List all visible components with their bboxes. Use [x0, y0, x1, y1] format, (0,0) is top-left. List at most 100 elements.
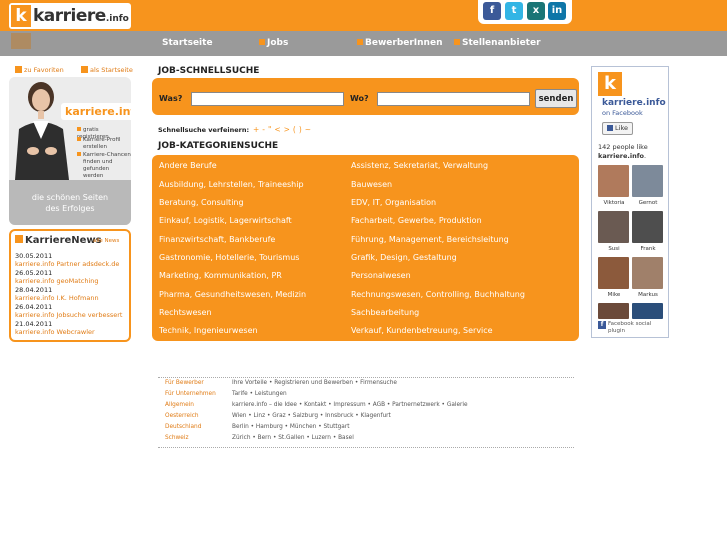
category-link[interactable]: Technik, Ingenieurwesen — [159, 326, 258, 335]
footer-label[interactable]: Für Bewerber — [165, 380, 204, 386]
categories-panel: Andere Berufe Ausbildung, Lehrstellen, T… — [152, 155, 579, 341]
category-link[interactable]: Sachbearbeitung — [351, 308, 419, 317]
what-input[interactable] — [191, 92, 344, 106]
fan-name[interactable]: Markus — [628, 292, 668, 298]
footer-divider — [158, 377, 574, 378]
fan-avatar[interactable] — [632, 165, 663, 197]
fan-name[interactable]: Frank — [628, 246, 668, 252]
news-link[interactable]: karriere.info I.K. Hofmann — [15, 294, 99, 302]
promo-brand: karriere.info — [61, 103, 131, 120]
news-link[interactable]: karriere.info Webcrawler — [15, 328, 95, 336]
category-link[interactable]: Bauwesen — [351, 180, 392, 189]
quicksearch-form: Was? Wo? senden — [152, 78, 579, 115]
search-submit-button[interactable]: senden — [535, 89, 577, 108]
fan-avatar[interactable] — [632, 211, 663, 243]
footer-label[interactable]: Deutschland — [165, 424, 201, 430]
promo-feature: erstellen — [83, 144, 107, 150]
category-link[interactable]: Andere Berufe — [159, 161, 217, 170]
logo-text: karriere.info — [33, 6, 129, 26]
category-link[interactable]: Grafik, Design, Gestaltung — [351, 253, 457, 262]
category-link[interactable]: Rechnungswesen, Controlling, Buchhaltung — [351, 290, 525, 299]
facebook-like-button[interactable]: Like — [602, 122, 633, 135]
footer-label[interactable]: Schweiz — [165, 435, 189, 441]
footer-divider — [158, 447, 574, 448]
category-link[interactable]: Rechtswesen — [159, 308, 212, 317]
category-link[interactable]: Führung, Management, Bereichsleitung — [351, 235, 509, 244]
footer-links[interactable]: Zürich • Bern • St.Gallen • Luzern • Bas… — [232, 435, 354, 441]
news-date: 30.05.2011 — [15, 252, 53, 260]
news-link[interactable]: karriere.info geoMatching — [15, 277, 99, 285]
fan-avatar[interactable] — [598, 257, 629, 289]
fan-avatar[interactable] — [598, 165, 629, 197]
category-link[interactable]: Facharbeit, Gewerbe, Produktion — [351, 216, 482, 225]
news-date: 28.04.2011 — [15, 286, 53, 294]
refine-label: Schnellsuche verfeinern: — [158, 126, 250, 134]
promo-slogan: die schönen Seiten des Erfolges — [31, 193, 109, 213]
refine-operators[interactable]: + - " < > ( ) ~ — [253, 125, 311, 134]
bullet-icon — [77, 127, 81, 131]
category-link[interactable]: Finanzwirtschaft, Bankberufe — [159, 235, 275, 244]
page-logo[interactable]: k — [598, 72, 622, 96]
footer-links[interactable]: Wien • Linz • Graz • Salzburg • Innsbruc… — [232, 413, 391, 419]
fan-avatar[interactable] — [598, 303, 629, 319]
category-link[interactable]: Pharma, Gesundheitswesen, Medizin — [159, 290, 306, 299]
category-link-faded[interactable]: Pflege, Soziales — [159, 343, 221, 352]
nav-bewerberinnen[interactable]: BewerberInnen — [357, 38, 442, 48]
facebook-icon[interactable]: f — [483, 2, 501, 20]
category-link[interactable]: EDV, IT, Organisation — [351, 198, 436, 207]
promo-feature: Karriere-Profil — [77, 137, 120, 144]
promo-feature: gefunden werden — [83, 166, 110, 179]
footer-links[interactable]: Berlin • Hamburg • München • Stuttgart — [232, 424, 350, 430]
fan-avatar[interactable] — [632, 303, 663, 319]
category-link[interactable]: Assistenz, Sekretariat, Verwaltung — [351, 161, 488, 170]
homepage-icon — [81, 66, 88, 73]
footer-label[interactable]: Allgemein — [165, 402, 194, 408]
promo-feature: finden und — [83, 159, 113, 165]
fan-avatar[interactable] — [598, 211, 629, 243]
fan-name[interactable]: Gernot — [628, 200, 668, 206]
facebook-page-name[interactable]: karriere.info — [602, 98, 666, 108]
twitter-icon[interactable]: t — [505, 2, 523, 20]
nav-bullet-icon — [454, 39, 460, 45]
on-facebook-label: on Facebook — [602, 109, 643, 117]
nav-jobs[interactable]: Jobs — [259, 38, 288, 48]
news-link[interactable]: karriere.info Jobsuche verbessert — [15, 311, 122, 319]
category-link[interactable]: Marketing, Kommunikation, PR — [159, 271, 282, 280]
xing-icon[interactable]: x — [527, 2, 545, 20]
linkedin-icon[interactable]: in — [548, 2, 566, 20]
social-links: f t x in — [478, 0, 572, 24]
businesswoman-image — [9, 77, 73, 180]
category-link[interactable]: Personalwesen — [351, 271, 411, 280]
set-homepage-link[interactable]: als Startseite — [81, 66, 133, 74]
category-link[interactable]: Einkauf, Logistik, Lagerwirtschaft — [159, 216, 292, 225]
footer-links[interactable]: karriere.info – die Idee • Kontakt • Imp… — [232, 402, 468, 408]
logo-reflection — [9, 33, 131, 51]
news-title: KarriereNews — [15, 235, 102, 246]
footer-label[interactable]: Für Unternehmen — [165, 391, 216, 397]
category-link[interactable]: Verkauf, Kundenbetreuung, Service — [351, 326, 493, 335]
fan-avatar[interactable] — [632, 257, 663, 289]
bullet-icon — [77, 137, 81, 141]
footer-links[interactable]: Tarife • Leistungen — [232, 391, 287, 397]
category-link[interactable]: Beratung, Consulting — [159, 198, 244, 207]
nav-stellenanbieter[interactable]: Stellenanbieter — [454, 38, 541, 48]
facebook-small-icon: f — [598, 321, 606, 329]
where-input[interactable] — [377, 92, 530, 106]
category-link[interactable]: Gastronomie, Hotellerie, Tourismus — [159, 253, 299, 262]
news-icon — [15, 235, 23, 243]
news-box: KarriereNews alle News 30.05.2011 karrie… — [9, 229, 131, 342]
news-date: 21.04.2011 — [15, 320, 53, 328]
site-logo[interactable]: k karriere.info — [9, 3, 131, 29]
news-link[interactable]: karriere.info Partner adsdeck.de — [15, 260, 119, 268]
category-link[interactable]: Ausbildung, Lehrstellen, Traineeship — [159, 180, 304, 189]
category-link-faded[interactable]: Wissenschaft, Forschung — [351, 343, 450, 352]
social-plugin-label: Facebook social plugin — [608, 321, 652, 334]
promo-feature: Karriere-Chancen — [77, 152, 131, 159]
footer-links[interactable]: Ihre Vorteile • Registrieren und Bewerbe… — [232, 380, 397, 386]
add-favorites-link[interactable]: zu Favoriten — [15, 66, 64, 74]
footer-label[interactable]: Oesterreich — [165, 413, 199, 419]
promo-banner[interactable]: karriere.info gratis registrieren Karrie… — [9, 77, 131, 225]
all-news-link[interactable]: alle News — [93, 238, 119, 244]
nav-startseite[interactable]: Startseite — [162, 38, 213, 48]
favorites-icon — [15, 66, 22, 73]
